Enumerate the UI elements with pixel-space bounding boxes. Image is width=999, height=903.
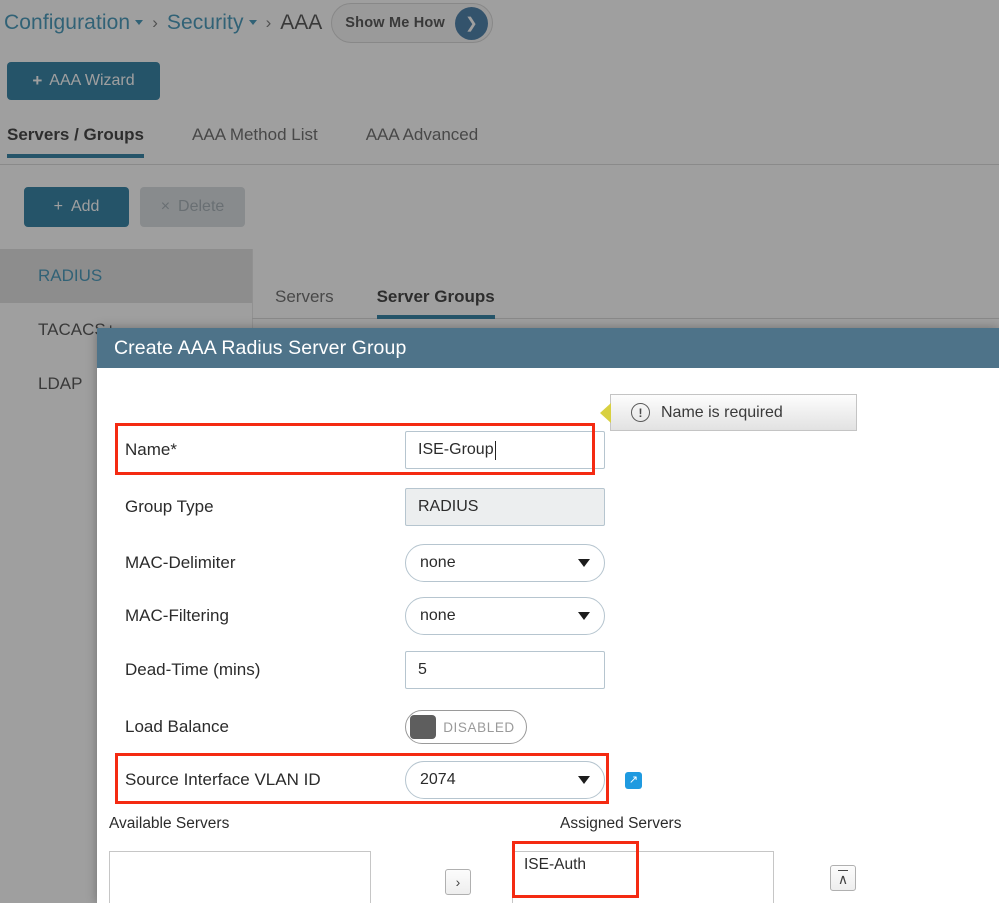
app-root: Configuration › Security › AAA Show Me H…: [0, 0, 999, 903]
label-name: Name*: [125, 440, 177, 459]
name-input[interactable]: ISE-Group: [405, 431, 605, 469]
move-to-top-button[interactable]: ∧: [830, 865, 856, 891]
create-aaa-radius-server-group-dialog: Create AAA Radius Server Group Name* ISE…: [97, 328, 999, 903]
dialog-header: Create AAA Radius Server Group: [97, 328, 999, 368]
tooltip-message: Name is required: [661, 403, 783, 421]
name-input-value: ISE-Group: [418, 441, 494, 458]
label-group-type: Group Type: [125, 497, 214, 516]
label-mac-filtering: MAC-Filtering: [125, 606, 229, 625]
move-right-button[interactable]: ›: [445, 869, 471, 895]
toggle-knob: [410, 715, 436, 739]
mac-delimiter-value: none: [420, 554, 456, 571]
mac-filtering-select[interactable]: none: [405, 597, 605, 635]
load-balance-toggle[interactable]: DISABLED: [405, 710, 527, 744]
label-load-balance: Load Balance: [125, 717, 229, 736]
label-dead-time: Dead-Time (mins): [125, 660, 261, 679]
source-vlan-select[interactable]: 2074: [405, 761, 605, 799]
assigned-servers-caption: Assigned Servers: [560, 815, 682, 832]
warning-icon: !: [631, 403, 650, 422]
chevron-right-icon: ›: [455, 874, 461, 890]
chevron-down-icon: [578, 559, 590, 567]
group-type-value: RADIUS: [405, 488, 605, 526]
field-row-dead-time: Dead-Time (mins) 5: [125, 650, 635, 690]
mac-filtering-value: none: [420, 607, 456, 624]
field-row-group-type: Group Type RADIUS: [125, 487, 635, 527]
list-item[interactable]: ISE-Auth: [513, 852, 773, 878]
name-required-tooltip: ! Name is required: [600, 394, 857, 431]
available-servers-listbox[interactable]: [109, 851, 371, 903]
field-row-mac-filtering: MAC-Filtering none: [125, 596, 635, 636]
launch-icon[interactable]: ↗: [625, 771, 642, 789]
field-row-name: Name* ISE-Group: [125, 430, 635, 470]
mac-delimiter-select[interactable]: none: [405, 544, 605, 582]
field-row-load-balance: Load Balance DISABLED: [125, 707, 635, 747]
source-vlan-value: 2074: [420, 771, 456, 788]
text-cursor: [494, 440, 496, 460]
available-servers-caption: Available Servers: [109, 815, 230, 832]
tooltip-arrow: [600, 403, 611, 423]
dialog-body: Name* ISE-Group Group Type RADIUS MAC-De…: [97, 368, 999, 903]
move-to-top-icon: ∧: [837, 869, 849, 888]
assigned-servers-listbox[interactable]: ISE-Auth: [512, 851, 774, 903]
chevron-down-icon: [578, 776, 590, 784]
chevron-down-icon: [578, 612, 590, 620]
label-source-vlan: Source Interface VLAN ID: [125, 770, 321, 789]
dead-time-input[interactable]: 5: [405, 651, 605, 689]
load-balance-state: DISABLED: [443, 719, 515, 735]
field-row-mac-delimiter: MAC-Delimiter none: [125, 543, 635, 583]
field-row-source-vlan: Source Interface VLAN ID 2074 ↗: [125, 760, 642, 800]
label-mac-delimiter: MAC-Delimiter: [125, 553, 236, 572]
dialog-title: Create AAA Radius Server Group: [114, 336, 407, 359]
